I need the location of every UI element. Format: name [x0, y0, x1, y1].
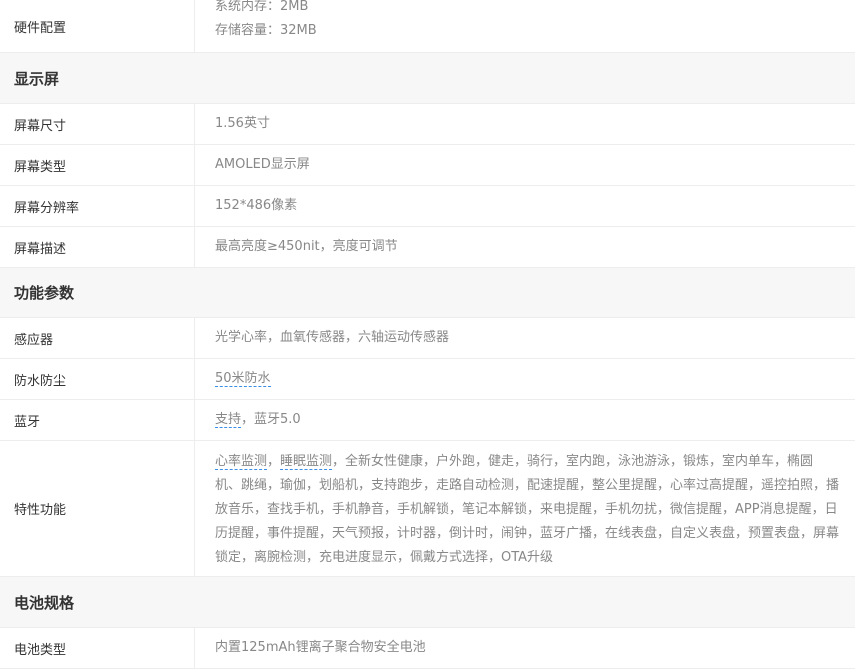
spec-value: 1.56英寸	[195, 104, 855, 144]
bluetooth-support-link[interactable]: 支持	[215, 412, 242, 428]
spec-label-text: 屏幕描述	[14, 241, 67, 257]
section-title: 功能参数	[14, 284, 75, 302]
spec-label-text: 感应器	[14, 332, 54, 348]
spec-label-text: 屏幕类型	[14, 159, 67, 175]
spec-label: 防水防尘	[0, 359, 195, 399]
spec-label: 电池类型	[0, 628, 195, 668]
spec-row-bluetooth: 蓝牙 支持，蓝牙5.0	[0, 400, 855, 441]
spec-value-text: AMOLED显示屏	[215, 157, 310, 172]
spec-label: 特性功能	[0, 441, 195, 576]
spec-row-battery-type: 电池类型 内置125mAh锂离子聚合物安全电池	[0, 628, 855, 669]
spec-row: 屏幕分辨率 152*486像素	[0, 186, 855, 227]
section-title: 电池规格	[14, 593, 75, 612]
spec-label: 屏幕分辨率	[0, 186, 195, 226]
spec-label: 蓝牙	[0, 400, 195, 440]
spec-row-waterproof: 防水防尘 50米防水	[0, 359, 855, 400]
spec-label-text: 蓝牙	[14, 414, 41, 430]
spec-label-text: 屏幕分辨率	[14, 200, 80, 216]
spec-value-text: 光学心率，血氧传感器，六轴运动传感器	[215, 330, 450, 345]
waterproof-link[interactable]: 50米防水	[215, 371, 271, 387]
memory-value: 系统内存：2MB	[215, 0, 309, 14]
spec-label: 屏幕尺寸	[0, 104, 195, 144]
spec-value: 50米防水	[195, 359, 855, 399]
spec-label-text: 电池类型	[14, 642, 67, 658]
spec-label-text: 硬件配置	[14, 20, 67, 36]
spec-row: 屏幕尺寸 1.56英寸	[0, 104, 855, 145]
spec-value: 最高亮度≥450nit，亮度可调节	[195, 227, 855, 267]
spec-value: 系统内存：2MB 存储容量：32MB	[195, 0, 855, 52]
spec-value-text: 1.56英寸	[215, 116, 270, 131]
spec-label: 屏幕描述	[0, 227, 195, 267]
sleep-monitor-link[interactable]: 睡眠监测	[280, 454, 333, 470]
spec-row: 屏幕描述 最高亮度≥450nit，亮度可调节	[0, 227, 855, 268]
separator: ，	[267, 454, 281, 469]
spec-label-text: 防水防尘	[14, 373, 67, 389]
spec-value: AMOLED显示屏	[195, 145, 855, 185]
spec-value: 内置125mAh锂离子聚合物安全电池	[195, 628, 855, 668]
spec-value-text: 152*486像素	[215, 198, 298, 213]
spec-value-text: 最高亮度≥450nit，亮度可调节	[215, 239, 398, 254]
bluetooth-version: ，蓝牙5.0	[241, 412, 301, 427]
spec-value: 支持，蓝牙5.0	[195, 400, 855, 440]
spec-label-text: 屏幕尺寸	[14, 118, 67, 134]
spec-row: 屏幕类型 AMOLED显示屏	[0, 145, 855, 186]
spec-label-text: 特性功能	[14, 503, 67, 518]
spec-table: 硬件配置 系统内存：2MB 存储容量：32MB 显示屏 屏幕尺寸 1.56英寸 …	[0, 0, 855, 669]
spec-value: 心率监测，睡眠监测，全新女性健康，户外跑，健走，骑行，室内跑，泳池游泳，锻炼，室…	[195, 441, 855, 576]
storage-value: 存储容量：32MB	[215, 23, 317, 38]
spec-value-text: 内置125mAh锂离子聚合物安全电池	[215, 640, 426, 655]
spec-label: 屏幕类型	[0, 145, 195, 185]
section-header-battery: 电池规格	[0, 577, 855, 628]
spec-value: 光学心率，血氧传感器，六轴运动传感器	[195, 318, 855, 358]
spec-row-sensor: 感应器 光学心率，血氧传感器，六轴运动传感器	[0, 318, 855, 359]
features-text: ，全新女性健康，户外跑，健走，骑行，室内跑，泳池游泳，锻炼，室内单车，椭圆机、跳…	[215, 454, 840, 565]
section-title: 显示屏	[14, 69, 60, 88]
spec-label: 硬件配置	[0, 0, 195, 52]
section-header-display: 显示屏	[0, 53, 855, 104]
spec-value: 152*486像素	[195, 186, 855, 226]
spec-label: 感应器	[0, 318, 195, 358]
spec-row-features: 特性功能 心率监测，睡眠监测，全新女性健康，户外跑，健走，骑行，室内跑，泳池游泳…	[0, 441, 855, 577]
heart-rate-link[interactable]: 心率监测	[215, 454, 268, 470]
spec-row-hardware: 硬件配置 系统内存：2MB 存储容量：32MB	[0, 0, 855, 53]
section-header-function: 功能参数	[0, 268, 855, 318]
